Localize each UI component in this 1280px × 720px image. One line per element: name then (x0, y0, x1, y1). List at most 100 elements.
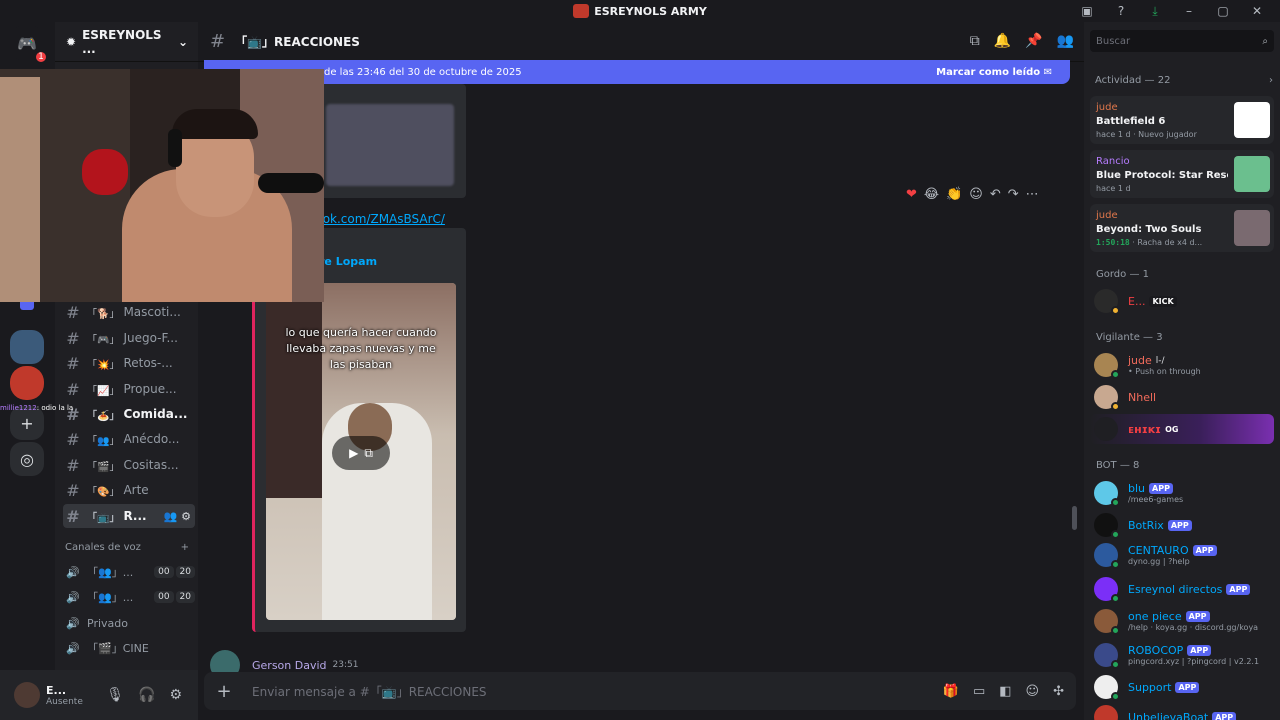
avatar (1094, 417, 1118, 441)
threads-icon[interactable]: ⧉ (970, 33, 980, 49)
microphone-icon[interactable]: 🎙 (106, 687, 124, 703)
channel-item[interactable]: # 「📈」 Propue... (63, 377, 195, 401)
voice-channel[interactable]: 🔊 「👥」... 00 20 (63, 585, 195, 609)
avatar (1094, 675, 1120, 701)
member-item[interactable]: Nhell (1090, 382, 1274, 412)
role-header: Vigilante — 3 (1096, 332, 1163, 343)
headphones-icon[interactable]: 🎧 (138, 687, 155, 703)
speaker-icon: 🔊 (66, 616, 80, 630)
channel-item[interactable]: # 「🐕」 Mascoti... (63, 300, 195, 324)
activity-card[interactable]: Rancio Blue Protocol: Star Resona... hac… (1090, 150, 1274, 198)
download-icon[interactable]: ⤓ (1138, 2, 1172, 20)
clap-reaction-icon[interactable]: 👏 (946, 187, 962, 202)
server-name: ESREYNOLS ... (82, 27, 162, 56)
channel-item-active[interactable]: # 「📺」 R... 👥 ⚙ (63, 504, 195, 528)
hash-icon: # (66, 328, 80, 348)
settings-icon[interactable]: ⚙ (169, 687, 182, 703)
sticker-icon[interactable]: ◧ (999, 684, 1011, 699)
member-item[interactable]: CENTAURO APP dyno.gg | ?help (1090, 540, 1274, 570)
embed-author[interactable]: re Lopam (319, 255, 377, 268)
attach-icon[interactable]: + (204, 681, 244, 702)
laugh-reaction-icon[interactable]: 😂 (924, 187, 939, 202)
message-link[interactable]: tok.com/ZMAsBSArC/ (318, 212, 445, 226)
activity-card[interactable]: jude Battlefield 6 hace 1 d · Nuevo juga… (1090, 96, 1274, 144)
reply-icon[interactable]: ↶ (990, 187, 1001, 202)
home-button[interactable]: 🎮 1 (10, 26, 48, 64)
activity-card[interactable]: jude Beyond: Two Souls 1:50:18 · Racha d… (1090, 204, 1274, 252)
maximize-button[interactable]: ▢ (1206, 2, 1240, 20)
message-author[interactable]: Gerson David (252, 659, 327, 672)
members-icon[interactable]: 👥 (1057, 33, 1074, 49)
avatar (1094, 353, 1120, 379)
voice-channel[interactable]: 🔊 Privado (63, 611, 195, 635)
mark-as-read-button[interactable]: Marcar como leído ✉ (936, 67, 1052, 78)
member-item[interactable]: blu APP/mee6-games (1090, 478, 1274, 508)
activity-header[interactable]: Actividad — 22 › (1095, 75, 1273, 86)
user-name-block[interactable]: E... Ausente (46, 684, 83, 707)
title-bar: ESREYNOLS ARMY ▣ ? ⤓ – ▢ ✕ (0, 0, 1280, 22)
scrollbar[interactable] (1072, 506, 1077, 530)
channel-item[interactable]: # 「💥」 Retos-... (63, 351, 195, 375)
member-item[interactable]: Support APP (1090, 672, 1274, 702)
minimize-button[interactable]: – (1172, 2, 1206, 20)
notification-badge: 1 (34, 50, 48, 64)
voice-section-header[interactable]: Canales de voz + (65, 542, 189, 553)
hash-icon: # (66, 506, 80, 526)
speaker-icon: 🔊 (66, 641, 80, 655)
message-input[interactable]: Enviar mensaje a #「📺」REACCIONES (252, 683, 487, 700)
member-item[interactable]: BotRix APP (1090, 510, 1274, 540)
bell-icon[interactable]: 🔔 (994, 33, 1011, 49)
voice-channel[interactable]: 🔊 「🎬」CINE (63, 636, 195, 660)
embed-thumbnail[interactable] (326, 104, 454, 186)
search-input[interactable]: Buscar ⌕ (1090, 30, 1274, 52)
message-composer[interactable]: + Enviar mensaje a #「📺」REACCIONES 🎁 ▭ ◧ … (204, 672, 1076, 710)
pin-icon[interactable]: 📌 (1025, 33, 1042, 49)
avatar (1094, 643, 1120, 669)
channel-header: # 「📺」REACCIONES ⧉ 🔔 📌 👥 (198, 22, 1084, 62)
discover-icon[interactable]: ◎ (10, 442, 44, 476)
more-icon[interactable]: ⋯ (1026, 187, 1039, 202)
embed-video[interactable]: lo que quería hacer cuando llevaba zapas… (266, 283, 456, 620)
new-messages-banner[interactable]: de las 23:46 del 30 de octubre de 2025 M… (204, 60, 1070, 84)
member-item[interactable]: one piece APP/help · koya.gg · discord.gg… (1090, 606, 1274, 636)
forward-icon[interactable]: ↷ (1008, 187, 1019, 202)
hash-icon: # (66, 480, 80, 500)
avatar[interactable] (14, 682, 40, 708)
chevron-right-icon: › (1269, 75, 1273, 86)
external-icon: ⧉ (364, 445, 373, 460)
server-icon-game[interactable] (10, 330, 44, 364)
search-icon: ⌕ (1262, 35, 1268, 47)
voice-channel[interactable]: 🔊 「👥」... 00 20 (63, 560, 195, 584)
game-art (1234, 210, 1270, 246)
member-item[interactable]: ROBOCOP APP pingcord.xyz | ?pingcord | v2.… (1090, 640, 1274, 670)
channel-item[interactable]: # 「🎨」 Arte (63, 478, 195, 502)
play-button[interactable]: ▶ ⧉ (332, 436, 390, 470)
add-channel-icon[interactable]: + (181, 542, 189, 553)
close-button[interactable]: ✕ (1240, 2, 1274, 20)
title-bar-controls: ▣ ? ⤓ – ▢ ✕ (1070, 2, 1274, 20)
channel-item[interactable]: # 「👥」 Anécdo... (63, 427, 195, 451)
heart-reaction-icon[interactable]: ❤ (906, 187, 917, 202)
invite-settings-icons[interactable]: 👥 ⚙ (164, 510, 191, 523)
member-item[interactable]: UnbelievaBoat APP (1090, 702, 1274, 720)
server-icon-esreynols[interactable] (10, 366, 44, 400)
kick-badge: KICK (1149, 295, 1177, 307)
gif-icon[interactable]: ▭ (973, 684, 985, 699)
hash-icon: # (210, 31, 226, 52)
avatar (1094, 577, 1120, 603)
channel-item[interactable]: # 「🎮」 Juego-F... (63, 326, 195, 350)
member-item[interactable]: ᴇʜɪᴋɪ OG (1090, 414, 1274, 444)
emoji-icon[interactable]: ☺ (1026, 684, 1040, 699)
play-icon: ▶ (349, 446, 359, 460)
member-item[interactable]: Esreynol directos APP (1090, 574, 1274, 604)
channel-item[interactable]: # 「🎬」 Cositas... (63, 453, 195, 477)
inbox-icon[interactable]: ▣ (1070, 2, 1104, 20)
member-item[interactable]: jude l-/• Push on through (1090, 350, 1274, 380)
server-header[interactable]: ✹ ESREYNOLS ... ⌄ (55, 22, 198, 62)
member-item[interactable]: E... KICK (1090, 286, 1274, 316)
apps-icon[interactable]: ✣ (1053, 684, 1064, 699)
gift-icon[interactable]: 🎁 (943, 684, 959, 699)
add-reaction-icon[interactable]: ☺ (969, 187, 983, 202)
help-icon[interactable]: ? (1104, 2, 1138, 20)
speaker-icon: 🔊 (66, 590, 80, 604)
